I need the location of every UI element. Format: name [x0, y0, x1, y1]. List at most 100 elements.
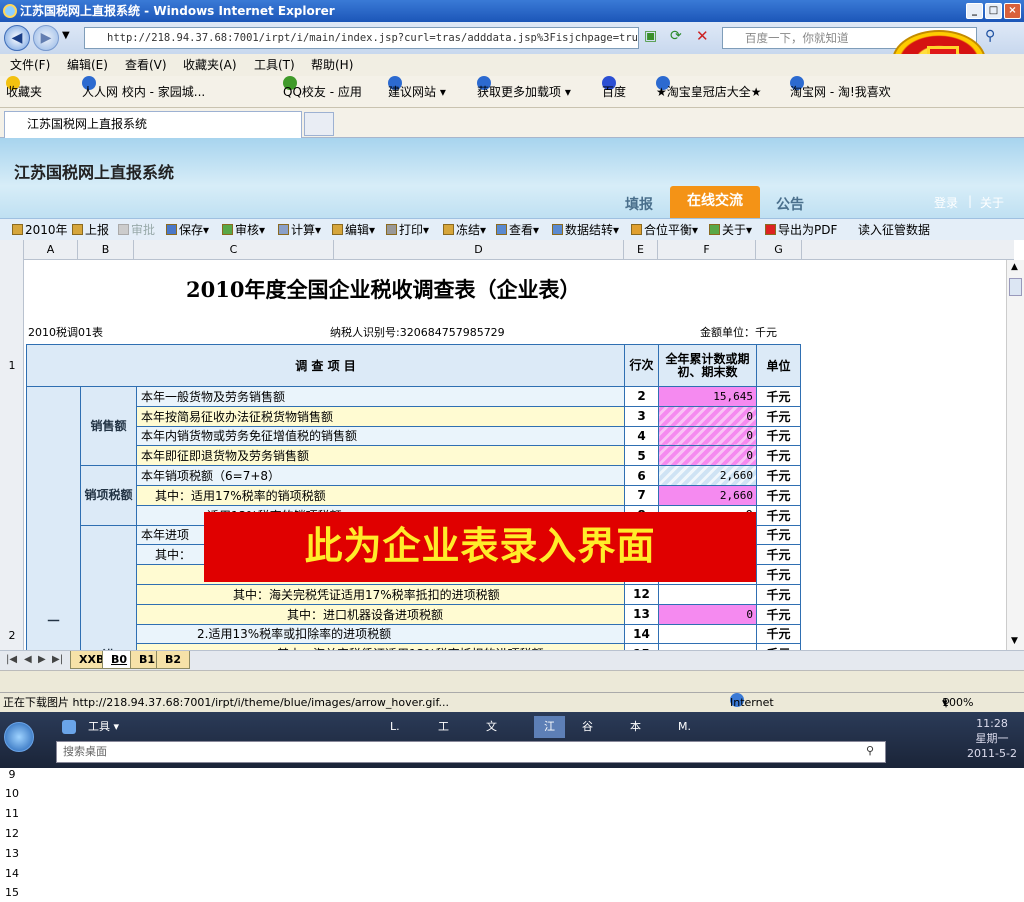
back-button[interactable]: ◀	[4, 25, 30, 51]
zoom-control[interactable]: ⚲ 100% ▾	[942, 693, 973, 713]
amount-cell[interactable]: 15,645	[658, 386, 757, 407]
last-sheet-icon[interactable]: ▶|	[52, 654, 63, 665]
column-header[interactable]: C	[134, 240, 334, 260]
amount-cell[interactable]: 0	[658, 405, 757, 427]
new-tab-button[interactable]	[304, 112, 334, 136]
forward-button[interactable]: ▶	[33, 25, 59, 51]
stop-icon[interactable]: ✕	[696, 27, 709, 45]
unit-cell: 千元	[756, 603, 801, 625]
nav-fill[interactable]: 填报	[625, 194, 653, 214]
browser-tab[interactable]: 江苏国税网上直报系统	[4, 111, 302, 138]
vertical-scrollbar[interactable]: ▲ ▼	[1006, 260, 1024, 650]
link-separator: |	[968, 194, 973, 208]
row-number[interactable]: 15	[0, 883, 24, 902]
save-menu[interactable]: 保存▾	[166, 219, 209, 241]
view-menu[interactable]: 查看▾	[496, 219, 539, 241]
scroll-up-icon[interactable]: ▲	[1011, 262, 1018, 272]
login-link[interactable]: 登录	[934, 194, 958, 211]
menu-tools[interactable]: 工具(T)	[254, 54, 295, 76]
menu-file[interactable]: 文件(F)	[10, 54, 50, 76]
task-item[interactable]: L.	[390, 716, 400, 738]
column-header[interactable]: B	[78, 240, 134, 260]
search-icon[interactable]: ⚲	[985, 28, 995, 44]
table-row: 一销售额 本年一般货物及劳务销售额 2 15,645 千元	[26, 385, 801, 650]
task-item[interactable]: 本	[630, 716, 641, 738]
item-label: 本年按简易征收办法征税货物销售额	[136, 405, 625, 427]
row-number[interactable]: 10	[0, 784, 24, 803]
scroll-thumb[interactable]	[1009, 278, 1022, 296]
year-button[interactable]: 2010年	[12, 219, 68, 241]
row-number[interactable]: 11	[0, 804, 24, 823]
nav-notice[interactable]: 公告	[776, 194, 804, 214]
carry-forward-menu[interactable]: 数据结转▾	[552, 219, 619, 241]
start-button[interactable]	[4, 722, 34, 752]
table-row: 本年内销货物或劳务免征增值税的销售额 4 0 千元	[27, 425, 801, 447]
history-dropdown-icon[interactable]: ▼	[62, 30, 70, 41]
window-title: 江苏国税网上直报系统 - Windows Internet Explorer	[20, 4, 335, 18]
prev-sheet-icon[interactable]: ◀	[24, 654, 32, 665]
amount-cell[interactable]	[658, 623, 757, 645]
search-icon[interactable]: ⚲	[866, 744, 874, 757]
maximize-button[interactable]: □	[985, 3, 1002, 19]
row-number[interactable]: 1	[0, 346, 24, 386]
ie-icon	[3, 4, 17, 18]
taskbar: 工具 ▾ L. 工 文 江 谷 本 M. 搜索桌面 ⚲ 11:28 星期一 20…	[0, 712, 1024, 768]
amount-cell[interactable]: 0	[658, 445, 757, 467]
row-number[interactable]: 2	[0, 626, 24, 645]
row-number[interactable]: 12	[0, 824, 24, 843]
task-item[interactable]: 工	[438, 716, 449, 738]
quicklaunch-icon[interactable]	[62, 720, 76, 734]
column-header[interactable]: D	[334, 240, 624, 260]
compat-icon[interactable]: ▣	[644, 28, 657, 44]
freeze-icon	[443, 224, 454, 235]
menu-edit[interactable]: 编辑(E)	[67, 54, 108, 76]
status-text: 正在下载图片 http://218.94.37.68:7001/irpt/i/t…	[3, 696, 450, 709]
about-menu[interactable]: 关于▾	[709, 219, 752, 241]
status-bar: 正在下载图片 http://218.94.37.68:7001/irpt/i/t…	[0, 692, 1024, 712]
desktop-search-input[interactable]: 搜索桌面	[56, 741, 886, 763]
amount-cell[interactable]	[658, 583, 757, 605]
minimize-button[interactable]: _	[966, 3, 983, 19]
calculate-menu[interactable]: 计算▾	[278, 219, 321, 241]
approve-button[interactable]: 审批	[118, 219, 155, 241]
address-bar: ◀ ▶ ▼ http://218.94.37.68:7001/irpt/i/ma…	[0, 22, 1024, 54]
column-header[interactable]: A	[24, 240, 78, 260]
refresh-icon[interactable]: ⟳	[670, 28, 682, 44]
amount-cell[interactable]: 0	[658, 603, 757, 625]
category-one: 一	[26, 385, 81, 650]
report-button[interactable]: 上报	[72, 219, 109, 241]
amount-cell[interactable]: 0	[658, 425, 757, 447]
task-item-active[interactable]: 江	[534, 716, 565, 738]
print-menu[interactable]: 打印▾	[386, 219, 429, 241]
scroll-down-icon[interactable]: ▼	[1011, 636, 1018, 646]
balance-menu[interactable]: 合位平衡▾	[631, 219, 698, 241]
task-item[interactable]: 文	[486, 716, 497, 738]
import-data-button[interactable]: 读入征管数据	[858, 219, 930, 241]
tools-button[interactable]: 工具 ▾	[88, 716, 119, 738]
url-input[interactable]: http://218.94.37.68:7001/irpt/i/main/ind…	[84, 27, 639, 49]
row-number[interactable]: 13	[0, 844, 24, 863]
task-item[interactable]: M.	[678, 716, 691, 738]
menu-help[interactable]: 帮助(H)	[311, 54, 353, 76]
edit-menu[interactable]: 编辑▾	[332, 219, 375, 241]
close-button[interactable]: ×	[1004, 3, 1021, 19]
next-sheet-icon[interactable]: ▶	[38, 654, 46, 665]
sheet-tab-b2[interactable]: B2	[156, 651, 191, 669]
column-header[interactable]: G	[756, 240, 802, 260]
nav-online-chat[interactable]: 在线交流	[670, 186, 760, 218]
about-link[interactable]: 关于	[980, 194, 1004, 211]
column-header[interactable]: E	[624, 240, 658, 260]
menu-view[interactable]: 查看(V)	[125, 54, 167, 76]
unit-cell: 千元	[756, 465, 801, 486]
column-header[interactable]: F	[658, 240, 756, 260]
first-sheet-icon[interactable]: |◀	[6, 654, 17, 665]
freeze-menu[interactable]: 冻结▾	[443, 219, 486, 241]
task-item[interactable]: 谷	[582, 716, 593, 738]
amount-cell[interactable]: 2,660	[658, 484, 757, 506]
row-number[interactable]: 14	[0, 864, 24, 883]
menu-favorites[interactable]: 收藏夹(A)	[183, 54, 237, 76]
amount-cell[interactable]: 2,660	[658, 465, 757, 486]
system-clock[interactable]: 11:28 星期一 2011-5-2	[964, 716, 1020, 761]
audit-menu[interactable]: 审核▾	[222, 219, 265, 241]
export-pdf-button[interactable]: 导出为PDF	[765, 219, 837, 241]
